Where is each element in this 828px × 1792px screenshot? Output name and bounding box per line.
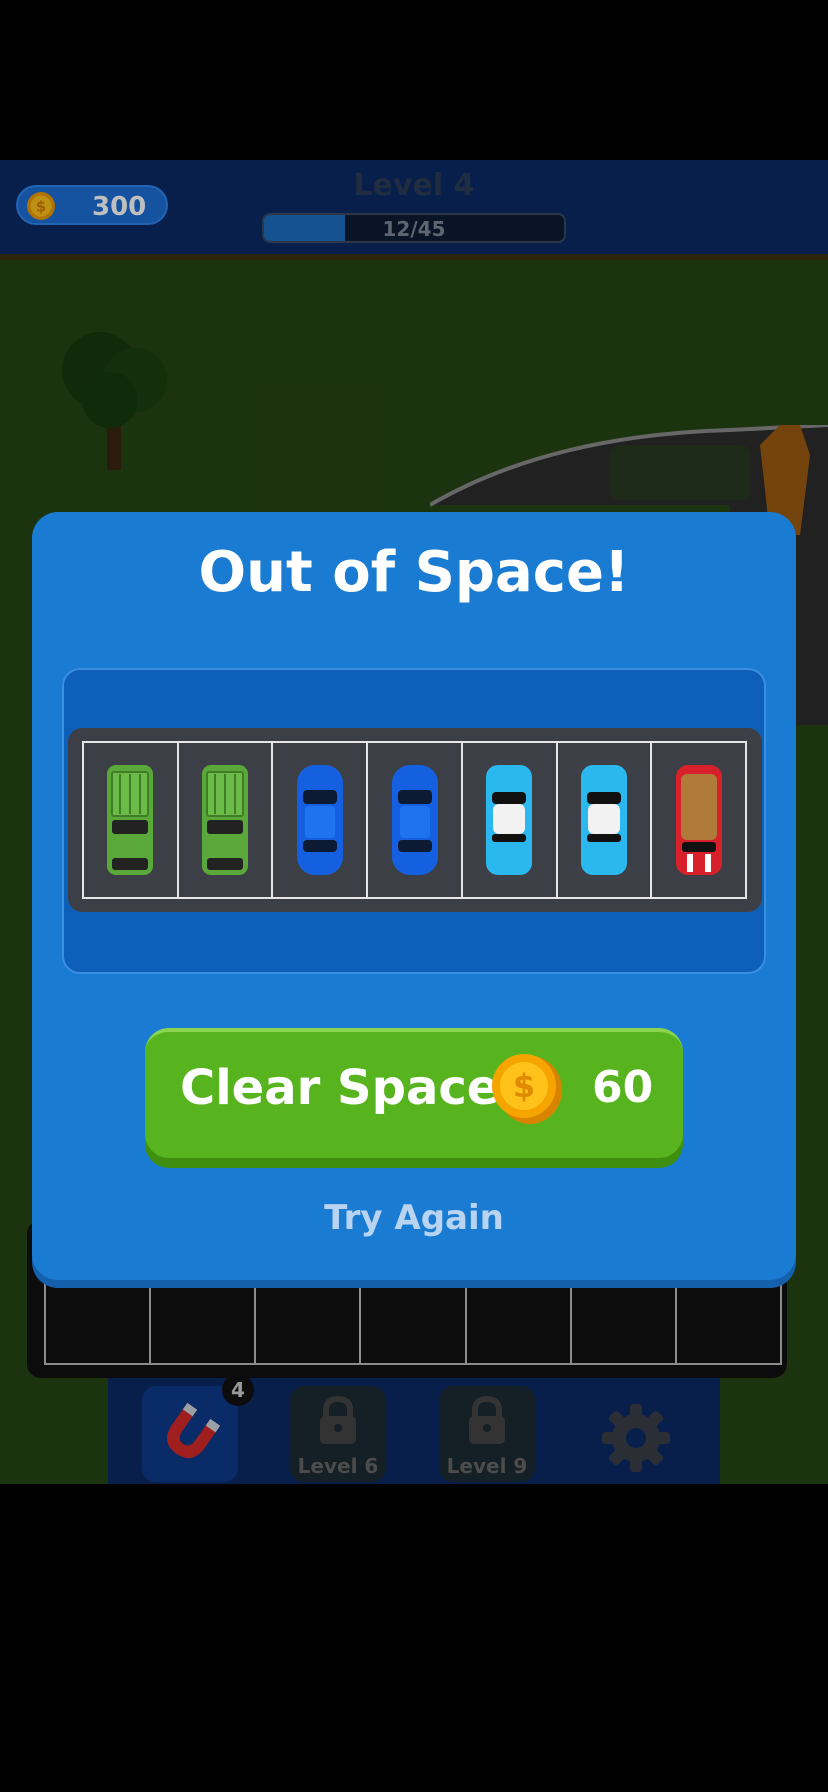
clear-space-cost: 60 xyxy=(592,1062,654,1113)
dialog-title: Out of Space! xyxy=(198,540,630,605)
parking-slot xyxy=(368,743,463,897)
parking-slot xyxy=(652,743,745,897)
parking-slot xyxy=(84,743,179,897)
coin-icon: $ xyxy=(492,1054,562,1124)
blue-sedan-car xyxy=(391,765,438,875)
blue-sedan-car xyxy=(296,765,343,875)
clear-space-label: Clear Space xyxy=(180,1060,500,1116)
try-again-button[interactable]: Try Again xyxy=(32,1198,796,1238)
cyan-classic-car xyxy=(486,765,533,875)
green-pickup-car xyxy=(202,765,249,875)
green-pickup-car xyxy=(107,765,154,875)
parking-slot xyxy=(179,743,274,897)
parking-slot xyxy=(463,743,558,897)
svg-text:$: $ xyxy=(513,1067,535,1105)
parking-slot xyxy=(558,743,653,897)
parking-slots xyxy=(82,741,747,899)
cyan-classic-car xyxy=(580,765,627,875)
parking-slot xyxy=(273,743,369,897)
red-hatchback-car xyxy=(675,765,722,875)
